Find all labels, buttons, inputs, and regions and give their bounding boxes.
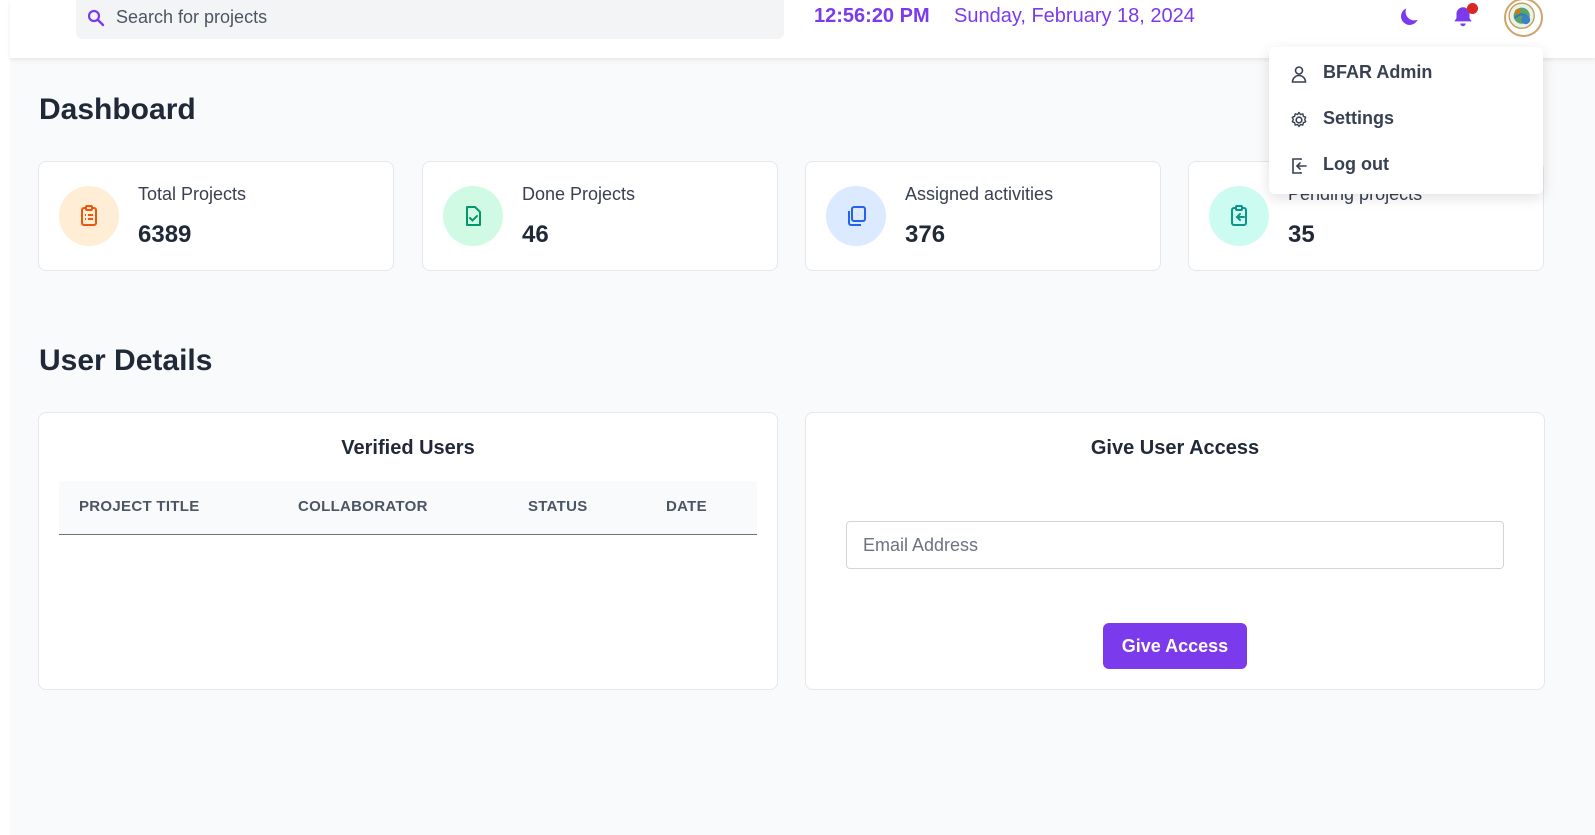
moon-icon[interactable] — [1396, 4, 1422, 30]
stat-icon-circle — [826, 186, 886, 246]
clipboard-list-icon — [81, 205, 97, 226]
stat-value: 46 — [522, 221, 549, 248]
dashboard-title: Dashboard — [39, 93, 196, 126]
menu-item-profile[interactable]: BFAR Admin — [1269, 54, 1543, 94]
table-header: PROJECT TITLE COLLABORATOR STATUS DATE — [59, 481, 757, 535]
gear-icon — [1291, 111, 1307, 128]
menu-item-label: BFAR Admin — [1323, 62, 1433, 82]
stat-value: 376 — [905, 221, 946, 248]
stat-card-total-projects: Total Projects 6389 — [38, 161, 394, 271]
menu-item-settings[interactable]: Settings — [1269, 100, 1543, 140]
menu-item-label: Settings — [1323, 108, 1395, 128]
email-field[interactable] — [846, 521, 1504, 569]
stat-card-done-projects: Done Projects 46 — [422, 161, 778, 271]
stat-value: 35 — [1288, 221, 1315, 248]
logo-icon — [1508, 2, 1535, 29]
stat-icon-circle — [1209, 186, 1269, 246]
stat-card-assigned-activities: Assigned activities 376 — [805, 161, 1161, 271]
column-header-date[interactable]: DATE — [666, 498, 707, 515]
notification-dot — [1467, 3, 1478, 14]
logout-icon — [1292, 158, 1307, 174]
user-icon — [1291, 66, 1307, 83]
give-access-button[interactable]: Give Access — [1103, 623, 1247, 669]
menu-item-label: Log out — [1323, 154, 1389, 174]
clipboard-import-icon — [1231, 205, 1247, 226]
stat-label: Done Projects — [522, 184, 636, 204]
stat-icon-circle — [59, 186, 119, 246]
verified-users-title: Verified Users — [341, 437, 475, 459]
user-details-title: User Details — [39, 344, 213, 377]
give-access-title: Give User Access — [1090, 437, 1260, 459]
menu-item-logout[interactable]: Log out — [1269, 146, 1543, 186]
copy-icon — [848, 206, 866, 226]
document-check-icon — [466, 206, 481, 226]
column-header-project-title[interactable]: PROJECT TITLE — [79, 498, 200, 515]
avatar[interactable] — [1504, 0, 1543, 37]
verified-users-panel: Verified Users PROJECT TITLE COLLABORATO… — [38, 412, 778, 690]
column-header-status[interactable]: STATUS — [528, 498, 588, 515]
search-bar[interactable] — [76, 0, 784, 39]
page: 12:56:20 PM Sunday, February 18, 2024 Da… — [10, 0, 1595, 835]
search-icon — [87, 9, 105, 27]
clock-time: 12:56:20 PM — [814, 5, 930, 27]
stat-icon-circle — [443, 186, 503, 246]
stat-label: Assigned activities — [905, 184, 1054, 204]
column-header-collaborator[interactable]: COLLABORATOR — [298, 498, 428, 515]
user-menu-dropdown: BFAR Admin Settings Log out — [1269, 47, 1543, 194]
give-access-panel: Give User Access Give Access — [805, 412, 1545, 690]
stat-value: 6389 — [138, 221, 192, 248]
current-date: Sunday, February 18, 2024 — [954, 5, 1195, 27]
stat-label: Total Projects — [138, 184, 247, 204]
search-input[interactable] — [116, 4, 756, 30]
